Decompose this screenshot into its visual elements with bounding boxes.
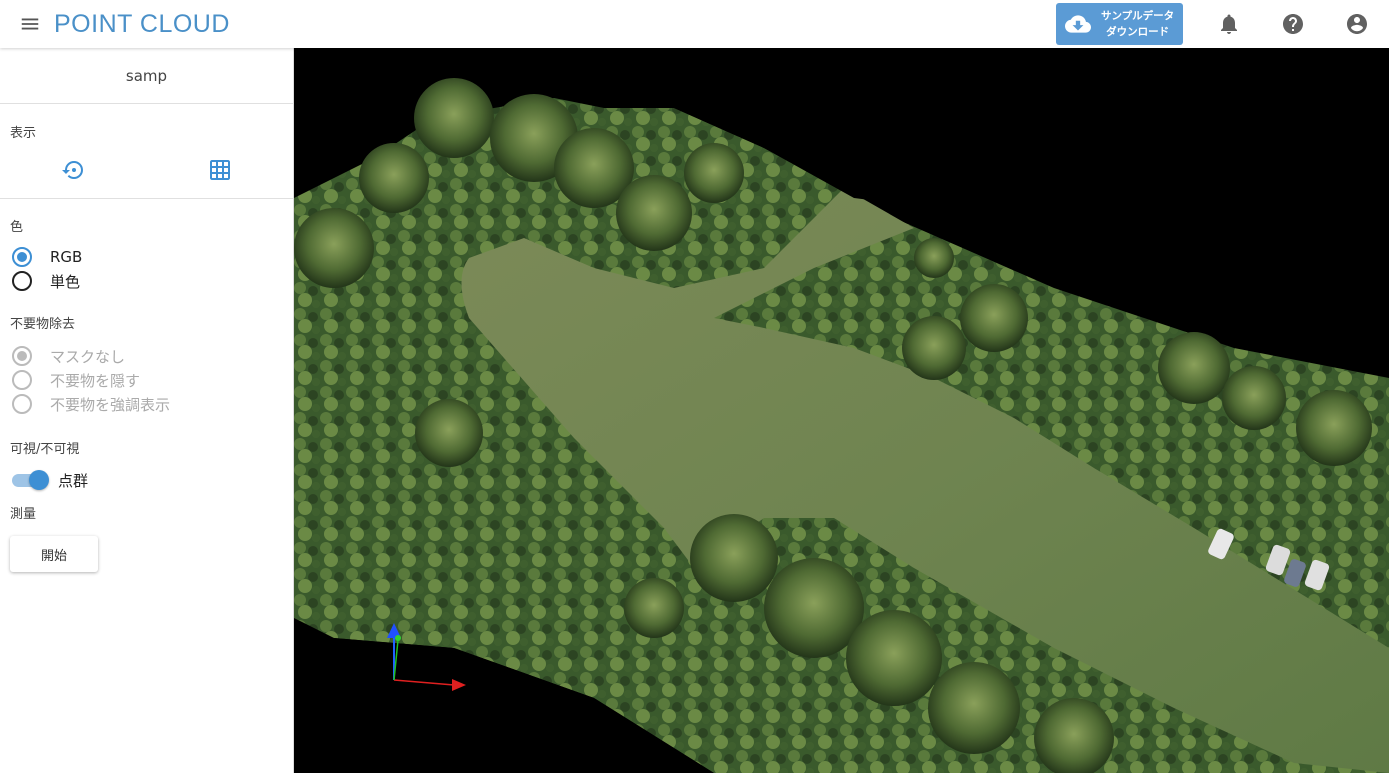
grid-toggle-button[interactable] xyxy=(147,158,294,182)
color-section-label: 色 xyxy=(10,220,24,235)
removal-option-no-mask[interactable]: マスクなし xyxy=(0,344,293,368)
removal-option-hide[interactable]: 不要物を隠す xyxy=(0,368,293,392)
radio-button-disabled-selected[interactable] xyxy=(12,346,32,366)
menu-icon xyxy=(21,18,39,30)
menu-button[interactable] xyxy=(0,0,60,48)
account-icon xyxy=(1347,14,1367,34)
bell-icon xyxy=(1221,14,1237,34)
download-label-line2: ダウンロード xyxy=(1106,26,1170,38)
reset-view-button[interactable] xyxy=(0,158,147,182)
radio-button[interactable] xyxy=(12,271,32,291)
cloud-download-icon xyxy=(1065,15,1091,33)
display-section-label: 表示 xyxy=(10,126,37,141)
help-icon xyxy=(1283,14,1303,34)
color-option-rgb[interactable]: RGB xyxy=(0,245,293,269)
point-cloud-scene xyxy=(294,48,1389,773)
file-name: samp xyxy=(0,48,293,104)
account-button[interactable] xyxy=(1337,4,1377,44)
color-option-label: RGB xyxy=(50,248,83,266)
app-header: POINT CLOUD サンプルデータ ダウンロード xyxy=(0,0,1389,48)
radio-button-disabled[interactable] xyxy=(12,370,32,390)
color-options: RGB 単色 xyxy=(0,245,293,293)
removal-option-highlight[interactable]: 不要物を強調表示 xyxy=(0,392,293,416)
pointcloud-visibility-row: 点群 xyxy=(0,465,293,495)
visibility-section-label: 可視/不可視 xyxy=(10,442,80,457)
control-sidebar: samp 表示 色 RGB 単色 不要物除去 マスクなし 不要物を隠す 不要物を… xyxy=(0,48,294,773)
removal-options: マスクなし 不要物を隠す 不要物を強調表示 xyxy=(0,344,293,416)
point-cloud-viewport[interactable] xyxy=(294,48,1389,773)
download-label: サンプルデータ ダウンロード xyxy=(1101,8,1174,40)
reset-view-icon xyxy=(62,160,84,179)
measure-start-button[interactable]: 開始 xyxy=(10,536,98,572)
radio-button-selected[interactable] xyxy=(12,247,32,267)
pointcloud-visibility-toggle[interactable] xyxy=(12,470,49,490)
display-controls xyxy=(0,141,293,199)
pointcloud-toggle-label: 点群 xyxy=(58,471,89,490)
removal-option-label: 不要物を強調表示 xyxy=(50,395,171,414)
notifications-button[interactable] xyxy=(1209,4,1249,44)
color-option-single[interactable]: 単色 xyxy=(0,269,293,293)
removal-option-label: 不要物を隠す xyxy=(50,371,141,390)
color-option-label: 単色 xyxy=(50,272,81,291)
removal-option-label: マスクなし xyxy=(50,347,126,366)
radio-button-disabled[interactable] xyxy=(12,394,32,414)
toggle-knob xyxy=(29,470,49,490)
measure-section-label: 測量 xyxy=(10,507,37,522)
app-title: POINT CLOUD xyxy=(54,9,230,38)
help-button[interactable] xyxy=(1273,4,1313,44)
download-label-line1: サンプルデータ xyxy=(1101,10,1175,22)
grid-icon xyxy=(209,159,230,180)
sample-download-button[interactable]: サンプルデータ ダウンロード xyxy=(1056,3,1183,45)
removal-section-label: 不要物除去 xyxy=(10,317,76,332)
